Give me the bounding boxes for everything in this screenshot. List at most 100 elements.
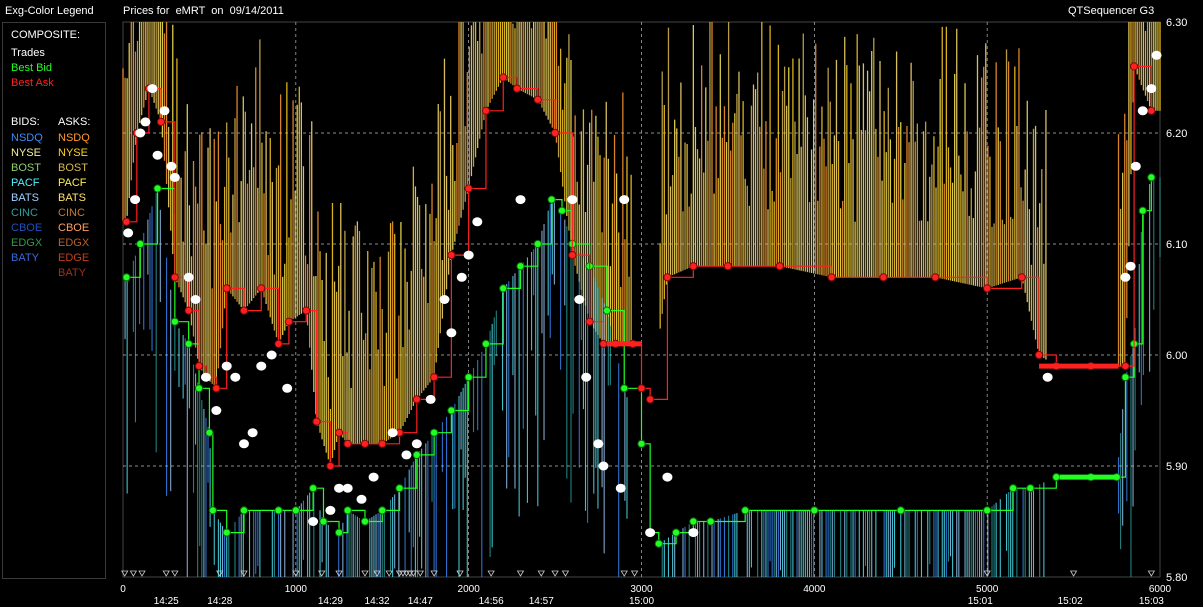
best-bid-point	[1026, 484, 1035, 493]
x-tick-label: 2000	[458, 584, 481, 595]
trade-point	[166, 161, 177, 171]
best-bid-point	[378, 506, 387, 515]
trade-point	[256, 361, 267, 371]
best-bid-point	[122, 273, 131, 282]
best-bid-point	[1121, 373, 1130, 382]
best-ask-point	[663, 273, 672, 282]
best-bid-point	[533, 239, 542, 249]
best-bid-point	[499, 284, 508, 293]
best-ask-point	[1034, 350, 1044, 360]
trade-point	[662, 472, 673, 482]
best-ask-point	[689, 262, 698, 271]
y-tick-label: 5.90	[1166, 461, 1187, 473]
trade-point	[169, 172, 180, 182]
best-ask-point	[599, 339, 608, 348]
best-ask-point	[499, 73, 508, 82]
trade-point	[282, 383, 293, 393]
best-ask-point	[983, 284, 992, 293]
trade-point	[368, 472, 379, 482]
time-label: 14:29	[318, 596, 343, 607]
trade-point	[463, 250, 474, 260]
best-ask-point	[447, 251, 456, 260]
best-ask-point	[1017, 273, 1026, 282]
best-ask-point	[156, 117, 166, 127]
best-ask-point	[723, 262, 733, 271]
trade-point	[147, 84, 158, 94]
time-label: 14:57	[529, 596, 554, 607]
trade-point	[152, 150, 163, 160]
time-label: 14:47	[408, 596, 433, 607]
time-label: 14:28	[207, 596, 232, 607]
best-ask-point	[879, 273, 888, 282]
trade-point	[425, 394, 436, 404]
trade-point	[645, 528, 656, 538]
trade-point	[619, 195, 630, 205]
best-bid-point	[360, 517, 370, 526]
best-bid-point	[983, 506, 992, 515]
time-label: 14:25	[154, 596, 179, 607]
trade-point	[247, 428, 258, 438]
best-bid-point	[136, 239, 145, 249]
best-ask-point	[827, 273, 836, 282]
best-bid-point	[319, 517, 328, 526]
best-bid-point	[208, 506, 217, 515]
trade-point	[159, 106, 170, 116]
best-ask-point	[212, 384, 221, 393]
trade-point	[567, 195, 578, 205]
best-bid-point	[334, 528, 344, 537]
trade-point	[1120, 272, 1131, 282]
best-bid-point	[430, 428, 439, 437]
best-ask-point	[284, 317, 294, 326]
trade-point	[130, 195, 141, 205]
best-ask-point	[378, 439, 387, 448]
best-ask-point	[1129, 62, 1139, 71]
y-tick-label: 6.10	[1166, 239, 1187, 251]
best-bid-point	[516, 262, 525, 271]
best-bid-point	[153, 184, 162, 193]
time-label: 14:32	[365, 596, 390, 607]
best-ask-point	[568, 251, 577, 260]
trade-point	[230, 372, 241, 382]
best-ask-point	[257, 284, 266, 293]
y-tick-label: 5.80	[1166, 572, 1187, 584]
trade-point	[140, 117, 151, 127]
best-bid-point	[810, 506, 819, 515]
trade-point	[211, 406, 222, 415]
best-bid-point	[620, 384, 629, 393]
trade-point	[401, 450, 412, 460]
best-ask-point	[222, 284, 231, 293]
trade-point	[446, 328, 457, 338]
trade-point	[411, 439, 422, 449]
time-label: 15:02	[1058, 596, 1083, 607]
best-bid-point	[194, 384, 204, 393]
y-tick-label: 6.30	[1166, 17, 1187, 29]
best-ask-point	[637, 384, 646, 393]
trade-point	[190, 295, 201, 304]
x-tick-label: 0	[120, 584, 126, 595]
trade-point	[1042, 372, 1053, 382]
trade-point	[688, 528, 699, 538]
time-label: 15:03	[1139, 596, 1164, 607]
x-tick-label: 5000	[976, 584, 999, 595]
best-bid-point	[274, 506, 283, 515]
best-bid-point	[547, 195, 556, 204]
trade-point	[472, 217, 483, 227]
time-label: 15:00	[629, 596, 654, 607]
trade-point	[342, 483, 353, 493]
best-ask-point	[360, 439, 370, 448]
best-ask-point	[646, 395, 655, 404]
best-ask-point	[239, 306, 249, 315]
trade-point	[1125, 261, 1136, 271]
trade-point	[615, 483, 626, 493]
best-ask-point	[533, 95, 542, 104]
best-ask-point	[194, 362, 204, 371]
y-tick-label: 6.20	[1166, 128, 1187, 140]
best-ask-point	[274, 339, 283, 348]
trade-point	[221, 361, 232, 371]
x-tick-label: 4000	[803, 584, 826, 595]
best-ask-point	[334, 428, 344, 437]
best-ask-point	[184, 306, 193, 315]
trade-point	[593, 439, 604, 449]
best-bid-point	[205, 428, 214, 437]
trade-point	[515, 195, 526, 205]
